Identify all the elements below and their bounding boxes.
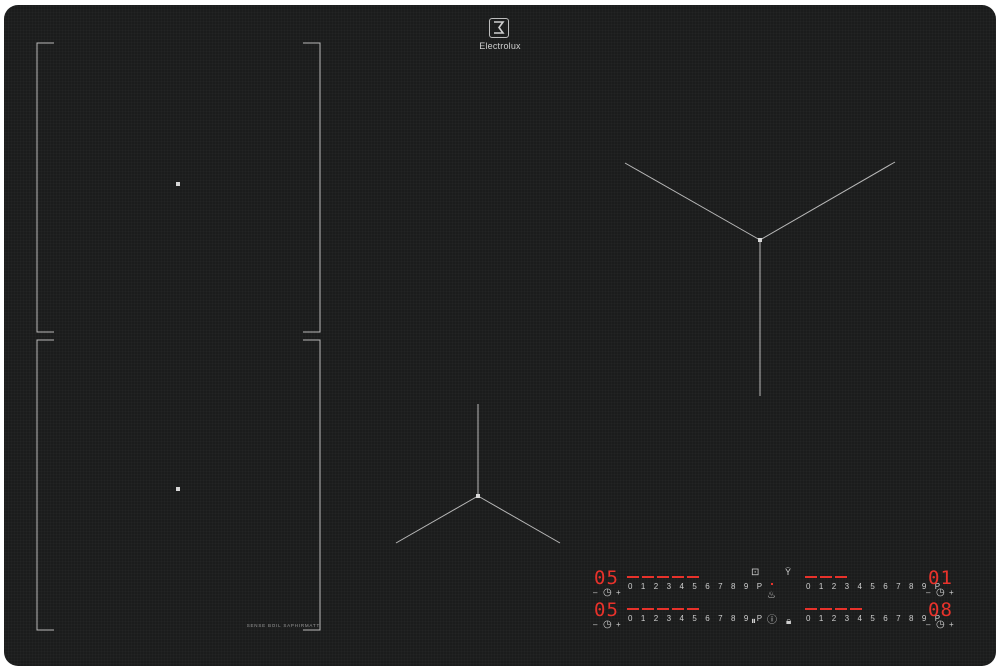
timer-plus-button[interactable]: + — [949, 588, 954, 597]
clock-icon[interactable]: ◷ — [936, 620, 945, 630]
timer-minus-button[interactable]: – — [926, 620, 930, 629]
zone-guide-line — [395, 495, 479, 544]
zone-display-front-left[interactable]: 05 — [594, 569, 619, 588]
lock-icon[interactable]: 🔒︎ — [786, 617, 791, 627]
zone-guide-line — [477, 495, 561, 544]
timer-plus-button[interactable]: + — [616, 620, 621, 629]
zone-bracket-bottom-right — [303, 339, 321, 631]
zone-display-front-right[interactable]: 01 — [928, 569, 953, 588]
timer-minus-button[interactable]: – — [593, 588, 597, 597]
clock-icon[interactable]: ◷ — [936, 588, 945, 598]
zone-center-dot — [476, 494, 480, 498]
timer-minus-button[interactable]: – — [926, 588, 930, 597]
zone-center-dot — [758, 238, 762, 242]
timer-minus-button[interactable]: – — [593, 620, 597, 629]
power-bar-front-right[interactable] — [805, 576, 847, 578]
zone-feature-label: SENSE BOIL SAPHIRMATT — [246, 623, 320, 628]
clock-icon[interactable]: ◷ — [603, 620, 612, 630]
zone-bracket-top-left — [36, 42, 54, 333]
power-bar-front-left[interactable] — [627, 576, 699, 578]
zone-center-dot — [176, 182, 180, 186]
power-scale-front-right[interactable]: 0 1 2 3 4 5 6 7 8 9 P — [806, 582, 943, 591]
zone-display-rear-left[interactable]: 05 — [594, 601, 619, 620]
pause-icon[interactable]: ⏸ — [751, 617, 756, 627]
timer-plus-button[interactable]: + — [616, 588, 621, 597]
clock-icon[interactable]: ◷ — [603, 588, 612, 598]
hood-fan-icon[interactable]: Ÿ — [785, 567, 791, 577]
zone-bracket-bottom-left — [36, 339, 54, 631]
zone-guide-line — [759, 161, 896, 241]
zone-center-dot — [176, 487, 180, 491]
brand-name: Electrolux — [479, 41, 521, 51]
power-bar-rear-left[interactable] — [627, 608, 699, 610]
power-bar-rear-right[interactable] — [805, 608, 865, 610]
zone-display-rear-right[interactable]: 08 — [928, 601, 953, 620]
sense-boil-indicator — [771, 583, 773, 585]
power-icon[interactable]: ⓘ — [767, 616, 777, 626]
electrolux-logo-icon — [489, 18, 509, 38]
power-scale-rear-right[interactable]: 0 1 2 3 4 5 6 7 8 9 P — [806, 614, 943, 623]
power-scale-front-left[interactable]: 0 1 2 3 4 5 6 7 8 9 P — [628, 582, 765, 591]
hob-link-icon[interactable]: ⊡ — [751, 568, 759, 578]
power-scale-rear-left[interactable]: 0 1 2 3 4 5 6 7 8 9 P — [628, 614, 765, 623]
zone-guide-line — [624, 162, 761, 241]
zone-bracket-top-right — [303, 42, 321, 333]
timer-plus-button[interactable]: + — [949, 620, 954, 629]
sense-boil-icon[interactable]: ♨ — [767, 591, 776, 601]
zone-markings — [36, 42, 896, 631]
